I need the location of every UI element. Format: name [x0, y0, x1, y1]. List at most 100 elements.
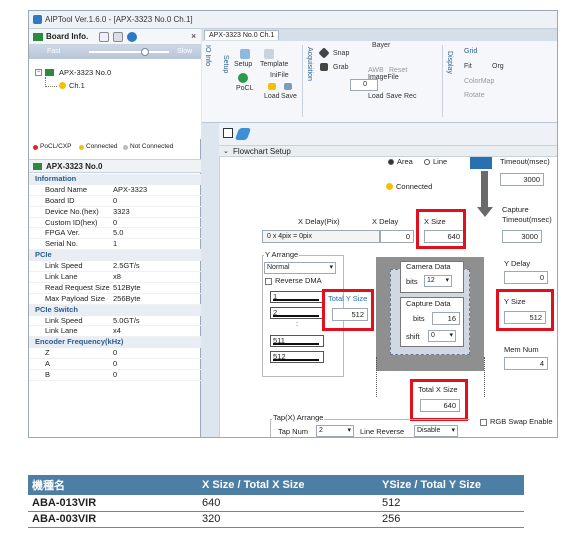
- property-row[interactable]: Link Speed 5.0GT/s: [29, 316, 201, 327]
- section-label: PCIe: [35, 250, 52, 260]
- load-button[interactable]: Load: [264, 93, 280, 100]
- total-x-size-input[interactable]: 640: [420, 399, 460, 412]
- property-row[interactable]: B0: [29, 370, 201, 381]
- property-row[interactable]: FPGA Ver. 5.0: [29, 228, 201, 240]
- mem-num-label: Mem Num: [504, 345, 539, 354]
- tap-num-select[interactable]: 2: [316, 425, 354, 437]
- reset-button[interactable]: Reset: [389, 67, 407, 74]
- tree-channel-item[interactable]: Ch.1: [69, 81, 85, 90]
- image-save-button[interactable]: Save: [386, 93, 402, 100]
- rotate-button[interactable]: Rotate: [464, 92, 485, 99]
- expand-icon[interactable]: −: [35, 69, 42, 76]
- property-section[interactable]: PCIe Switch: [29, 304, 201, 316]
- property-row[interactable]: Max Payload Size 256Byte: [29, 294, 201, 305]
- x-size-highlight: [416, 209, 466, 249]
- image-load-button[interactable]: Load: [368, 93, 384, 100]
- line-radio[interactable]: [424, 159, 430, 165]
- line-box-2: 2: [270, 307, 324, 319]
- y-size-input[interactable]: 512: [504, 311, 546, 324]
- connected-icon: [386, 183, 393, 190]
- grid-button[interactable]: Grid: [464, 48, 477, 55]
- property-row[interactable]: Custom ID(hex) 0: [29, 218, 201, 229]
- total-y-size-input[interactable]: 512: [332, 308, 368, 321]
- refresh-icon[interactable]: [99, 32, 109, 42]
- info-icon[interactable]: [127, 32, 137, 42]
- speed-slow-label: Slow: [177, 48, 193, 55]
- property-key: A: [45, 359, 51, 369]
- property-section[interactable]: Information: [29, 174, 201, 185]
- property-row[interactable]: Board ID 0: [29, 196, 201, 207]
- window-icon[interactable]: [223, 128, 233, 138]
- io-info-tab[interactable]: IO Info: [204, 45, 211, 66]
- collapse-icon[interactable]: ⌄: [223, 147, 229, 155]
- capture-data-label: Capture Data: [406, 299, 451, 308]
- slider-thumb[interactable]: [141, 48, 149, 56]
- table-row: ABA-003VIR 320 256: [28, 511, 524, 528]
- fit-button[interactable]: Fit: [464, 63, 472, 70]
- reverse-dma-label: Reverse DMA: [275, 276, 322, 285]
- camera-bits-select[interactable]: 12: [424, 275, 452, 287]
- property-row[interactable]: A0: [29, 359, 201, 371]
- column-header: 機種名: [28, 475, 198, 495]
- property-value: 5.0: [113, 228, 124, 238]
- capture-bits-input[interactable]: 16: [432, 312, 460, 325]
- rgb-swap-checkbox[interactable]: [480, 419, 487, 426]
- shift-select[interactable]: 0: [428, 330, 456, 342]
- template-button[interactable]: Template: [260, 61, 288, 68]
- property-row[interactable]: Device No.(hex) 3323: [29, 207, 201, 218]
- property-row[interactable]: Link Lane x4: [29, 326, 201, 338]
- shift-label: shift: [406, 332, 420, 341]
- board-icon: [33, 33, 43, 41]
- line-arrow: [273, 299, 319, 301]
- capture-timeout-label: Capture Timeout(msec): [502, 205, 552, 224]
- property-row[interactable]: Board Name APX-3323: [29, 185, 201, 196]
- timeout-top-input[interactable]: 3000: [500, 173, 544, 186]
- property-value: 0: [113, 348, 118, 358]
- property-section[interactable]: PCIe: [29, 250, 201, 262]
- grab-button[interactable]: Grab: [333, 64, 349, 71]
- board-info-label[interactable]: Board Info.: [46, 32, 88, 41]
- snap-button[interactable]: Snap: [333, 50, 349, 57]
- property-row[interactable]: Serial No. 1: [29, 239, 201, 251]
- section-label: Encoder Frequency(kHz): [35, 337, 124, 347]
- property-row[interactable]: Z0: [29, 348, 201, 360]
- area-radio[interactable]: [388, 159, 394, 165]
- property-value: 2.5GT/s: [113, 261, 140, 271]
- y-delay-input[interactable]: 0: [504, 271, 548, 284]
- property-row[interactable]: Link Speed 2.5GT/s: [29, 261, 201, 273]
- property-value: x8: [113, 272, 121, 282]
- left-panel: Board Info. × Fast Slow − APX-3323 No.0 …: [29, 29, 201, 437]
- speed-fast-label: Fast: [47, 48, 61, 55]
- property-value: 1: [113, 239, 118, 249]
- property-row[interactable]: Link Lane x8: [29, 272, 201, 283]
- close-icon[interactable]: ×: [191, 31, 196, 41]
- board-tree: − APX-3323 No.0 Ch.1: [29, 59, 201, 139]
- brush-icon[interactable]: [234, 128, 252, 140]
- template-icon: [264, 49, 274, 59]
- table-header-row: 機種名 X Size / Total X Size YSize / Total …: [28, 475, 524, 495]
- property-row[interactable]: Read Request Size 512Byte: [29, 283, 201, 294]
- y-arrange-select[interactable]: Normal: [264, 262, 336, 274]
- save-button[interactable]: Save: [281, 93, 297, 100]
- property-value: 0: [113, 217, 118, 227]
- awb-button[interactable]: AWB: [368, 67, 384, 74]
- y-delay-label: Y Delay: [504, 259, 531, 268]
- setup-button[interactable]: Setup: [234, 61, 252, 68]
- tree-board-item[interactable]: APX-3323 No.0: [59, 68, 111, 77]
- column-header: X Size / Total X Size: [198, 475, 378, 495]
- speed-slider[interactable]: Fast Slow: [29, 45, 201, 59]
- mem-num-input[interactable]: 4: [504, 357, 548, 370]
- x-delay-input[interactable]: 0: [380, 230, 414, 243]
- capture-timeout-input[interactable]: 3000: [502, 230, 542, 243]
- reverse-dma-checkbox[interactable]: [265, 278, 272, 285]
- rec-button[interactable]: Rec: [404, 93, 416, 100]
- pocl-button[interactable]: PoCL: [236, 85, 254, 92]
- tab-document[interactable]: APX-3323 No.0 Ch.1: [204, 30, 280, 40]
- line-reverse-select[interactable]: Disable: [414, 425, 458, 437]
- colormap-button[interactable]: ColorMap: [464, 78, 494, 85]
- save-icon: [284, 83, 292, 90]
- org-button[interactable]: Org: [492, 63, 504, 70]
- setup-group-label: Setup: [222, 55, 229, 74]
- edit-icon[interactable]: [113, 32, 123, 42]
- property-section[interactable]: Encoder Frequency(kHz): [29, 337, 201, 349]
